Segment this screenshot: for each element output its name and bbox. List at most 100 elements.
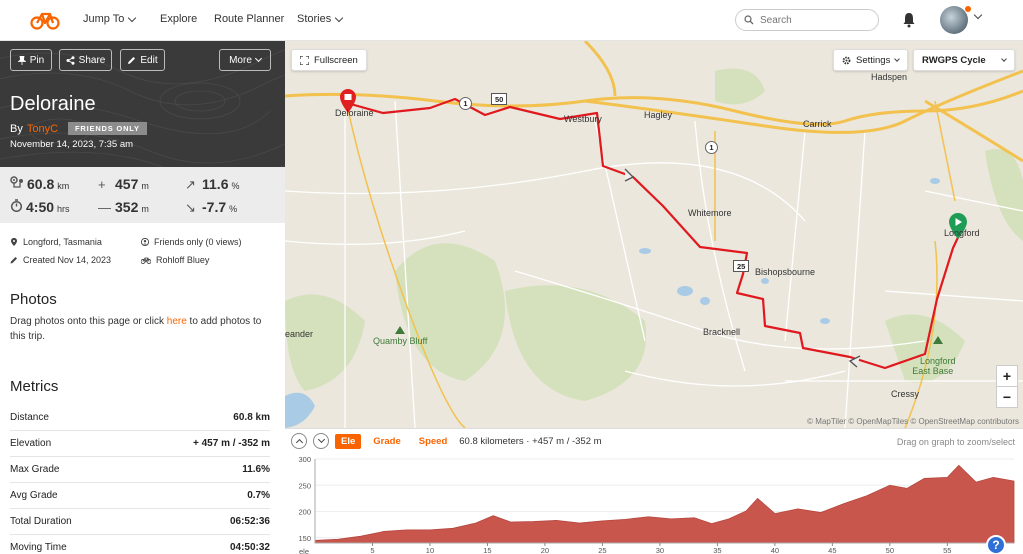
fullscreen-button[interactable]: Fullscreen [291, 49, 367, 71]
search-box[interactable] [735, 9, 879, 31]
user-icon [141, 238, 149, 246]
notifications-bell-icon[interactable] [902, 12, 916, 28]
trip-meta: Longford, Tasmania Friends only (0 views… [0, 223, 285, 271]
help-button[interactable]: ? [986, 535, 1006, 554]
place-label-bishopsbourne: Bishopsbourne [755, 267, 816, 277]
pin-button[interactable]: Pin [10, 49, 52, 71]
search-input[interactable] [760, 14, 860, 26]
map-settings-button[interactable]: Settings [833, 49, 909, 71]
y-tick-label: 200 [298, 508, 311, 517]
pencil-icon [128, 56, 136, 64]
y-tick-label: 300 [298, 455, 311, 464]
notification-dot [965, 6, 971, 12]
metric-row: Total Duration 06:52:36 [10, 509, 270, 535]
metrics-table: Distance 60.8 km Elevation + 457 m / -352 … [10, 405, 270, 554]
chevron-down-icon[interactable] [973, 10, 983, 20]
place-label-westbury: Westbury [564, 114, 602, 124]
place-label-whitemore: Whitemore [688, 208, 732, 218]
x-tick-label: 10 [426, 546, 434, 554]
elevation-hint: Drag on graph to zoom/select [896, 437, 1015, 447]
search-icon [744, 15, 754, 25]
nav-route-planner[interactable]: Route Planner [214, 13, 284, 25]
zoom-out-button[interactable]: − [996, 386, 1018, 408]
metrics-heading: Metrics [10, 378, 59, 395]
mountain-icon [932, 336, 943, 344]
arrow-up-right-icon: ↗ [185, 177, 196, 192]
elevation-toolbar: Ele Grade Speed 60.8 kilometers · +457 m… [291, 433, 602, 449]
x-tick-label: 5 [370, 546, 374, 554]
stat-distance: 60.8 km [10, 176, 69, 192]
expand-up-button[interactable] [291, 433, 307, 449]
collapse-down-button[interactable] [313, 433, 329, 449]
y-axis-label: ele [299, 547, 309, 554]
stat-elevation-loss: — 352 m [98, 199, 149, 215]
trip-header: Pin Share Edit More Deloraine By TonyC F… [0, 41, 285, 167]
x-tick-label: 20 [541, 546, 549, 554]
route-shield: 50 [491, 93, 508, 105]
x-tick-label: 45 [828, 546, 836, 554]
pencil-icon [10, 257, 17, 264]
meta-location: Longford, Tasmania [10, 237, 102, 247]
zoom-in-button[interactable]: + [996, 365, 1018, 387]
minus-icon: — [98, 200, 111, 215]
highway-shield: 1 [705, 141, 718, 154]
poi-quamby-bluff: Quamby Bluff [373, 326, 427, 346]
place-label-hadspen: Hadspen [871, 72, 908, 82]
stat-elevation-gain: + 457 m [98, 176, 149, 192]
chevron-down-icon [317, 435, 325, 444]
plus-icon: + [98, 177, 106, 192]
nav-explore[interactable]: Explore [160, 13, 197, 25]
share-button[interactable]: Share [59, 49, 112, 71]
place-label-carrick: Carrick [803, 119, 832, 129]
edit-button[interactable]: Edit [120, 49, 165, 71]
stat-min-grade: ↘ -7.7 % [185, 199, 238, 215]
chevron-down-icon [254, 54, 262, 63]
elevation-chart[interactable]: 150 200 250 300 5 10 15 20 25 30 35 40 45 50 55 ele [285, 451, 1023, 554]
nav-stories[interactable]: Stories [297, 13, 344, 25]
distance-icon [10, 176, 23, 188]
place-label-meander: eander [285, 329, 314, 339]
x-tick-label: 30 [656, 546, 664, 554]
location-pin-icon [11, 238, 17, 246]
metric-row: Elevation + 457 m / -352 m [10, 431, 270, 457]
tab-elevation[interactable]: Ele [335, 433, 362, 449]
stat-max-grade: ↗ 11.6 % [185, 176, 240, 192]
fullscreen-icon [300, 55, 309, 65]
bike-icon [141, 257, 151, 264]
x-tick-label: 55 [943, 546, 951, 554]
route-map[interactable]: Hadspen Deloraine Westbury Hagley Carric… [285, 41, 1023, 428]
photos-heading: Photos [10, 291, 57, 308]
trip-date: November 14, 2023, 7:35 am [10, 139, 134, 150]
metric-row: Moving Time 04:50:32 [10, 535, 270, 554]
chevron-down-icon [128, 13, 137, 22]
map-attribution[interactable]: © MapTiler © OpenMapTiles © OpenStreetMa… [807, 417, 1019, 426]
x-tick-label: 35 [713, 546, 721, 554]
metric-row: Max Grade 11.6% [10, 457, 270, 483]
tab-speed[interactable]: Speed [413, 434, 454, 449]
user-avatar[interactable] [940, 6, 968, 34]
author-link[interactable]: TonyC [27, 123, 58, 135]
logo-icon[interactable] [30, 10, 60, 30]
meta-created: Created Nov 14, 2023 [10, 255, 111, 265]
more-button[interactable]: More [219, 49, 271, 71]
elevation-summary: 60.8 kilometers · +457 m / -352 m [459, 435, 602, 447]
chevron-down-icon [1001, 55, 1007, 62]
x-tick-label: 25 [598, 546, 606, 554]
x-tick-label: 40 [771, 546, 779, 554]
nav-jump-to[interactable]: Jump To [83, 13, 137, 25]
tab-grade[interactable]: Grade [367, 434, 406, 449]
top-nav: Jump To Explore Route Planner Stories [0, 0, 1023, 41]
add-photos-link[interactable]: here [167, 316, 187, 327]
pin-icon [17, 55, 26, 65]
share-icon [66, 55, 75, 65]
trip-title: Deloraine [10, 93, 96, 115]
photos-instructions: Drag photos onto this page or click here… [10, 316, 262, 342]
place-label-longford: Longford [944, 228, 980, 238]
place-label-hagley: Hagley [644, 110, 673, 120]
map-layer-select[interactable]: RWGPS Cycle [913, 49, 1015, 71]
elevation-panel: Ele Grade Speed 60.8 kilometers · +457 m… [285, 428, 1023, 554]
x-tick-label: 50 [886, 546, 894, 554]
y-tick-label: 150 [298, 534, 311, 543]
highway-shield: 1 [459, 97, 472, 110]
x-tick-label: 15 [483, 546, 491, 554]
